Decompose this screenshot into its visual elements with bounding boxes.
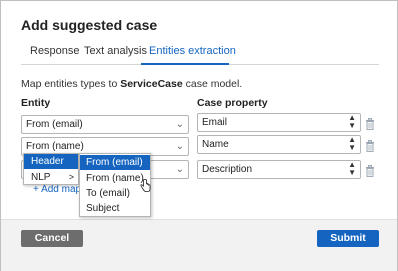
menu-item-header[interactable]: Header <box>24 154 78 169</box>
case-property-select-3[interactable]: Description ▲ ▼ <box>197 160 361 179</box>
menu-item-nlp[interactable]: NLP > <box>24 170 78 185</box>
case-property-column-header: Case property <box>197 97 268 109</box>
hand-pointer-icon <box>140 179 151 197</box>
tab-bar: Response Text analysis Entities extracti… <box>21 39 379 65</box>
chevron-right-icon: > <box>68 172 74 182</box>
chevron-down-icon: ⌄ <box>175 119 184 130</box>
up-down-arrows-icon: ▲ ▼ <box>348 113 356 130</box>
tab-response[interactable]: Response <box>30 45 80 57</box>
add-suggested-case-dialog: Add suggested case Response Text analysi… <box>0 0 398 271</box>
cancel-button[interactable]: Cancel <box>21 230 83 247</box>
chevron-down-icon: ⌄ <box>175 141 184 152</box>
up-down-arrows-icon: ▲ ▼ <box>348 160 356 177</box>
dialog-footer: Cancel Submit <box>1 219 397 271</box>
entity-select-1[interactable]: From (email) ⌄ <box>21 115 189 134</box>
submit-button[interactable]: Submit <box>317 230 379 247</box>
case-property-select-1[interactable]: Email ▲ ▼ <box>197 113 361 132</box>
mapping-description: Map entities types to ServiceCase case m… <box>21 78 243 90</box>
trash-icon[interactable] <box>365 117 375 131</box>
trash-icon[interactable] <box>365 139 375 153</box>
tab-text-analysis[interactable]: Text analysis <box>84 45 147 57</box>
trash-icon[interactable] <box>365 164 375 178</box>
case-model-name: ServiceCase <box>120 78 183 90</box>
entity-type-menu: Header NLP > <box>23 153 79 185</box>
add-mapping-link[interactable]: + Add map <box>33 184 81 195</box>
chevron-down-icon: ⌄ <box>175 164 184 175</box>
submenu-item-from-email[interactable]: From (email) <box>80 155 150 170</box>
submenu-item-subject[interactable]: Subject <box>80 201 150 216</box>
up-down-arrows-icon: ▲ ▼ <box>348 135 356 152</box>
tab-entities-extraction[interactable]: Entities extraction <box>149 45 236 57</box>
entity-column-header: Entity <box>21 97 51 109</box>
dialog-title: Add suggested case <box>21 17 158 33</box>
active-tab-indicator <box>141 63 229 65</box>
case-property-select-2[interactable]: Name ▲ ▼ <box>197 135 361 154</box>
